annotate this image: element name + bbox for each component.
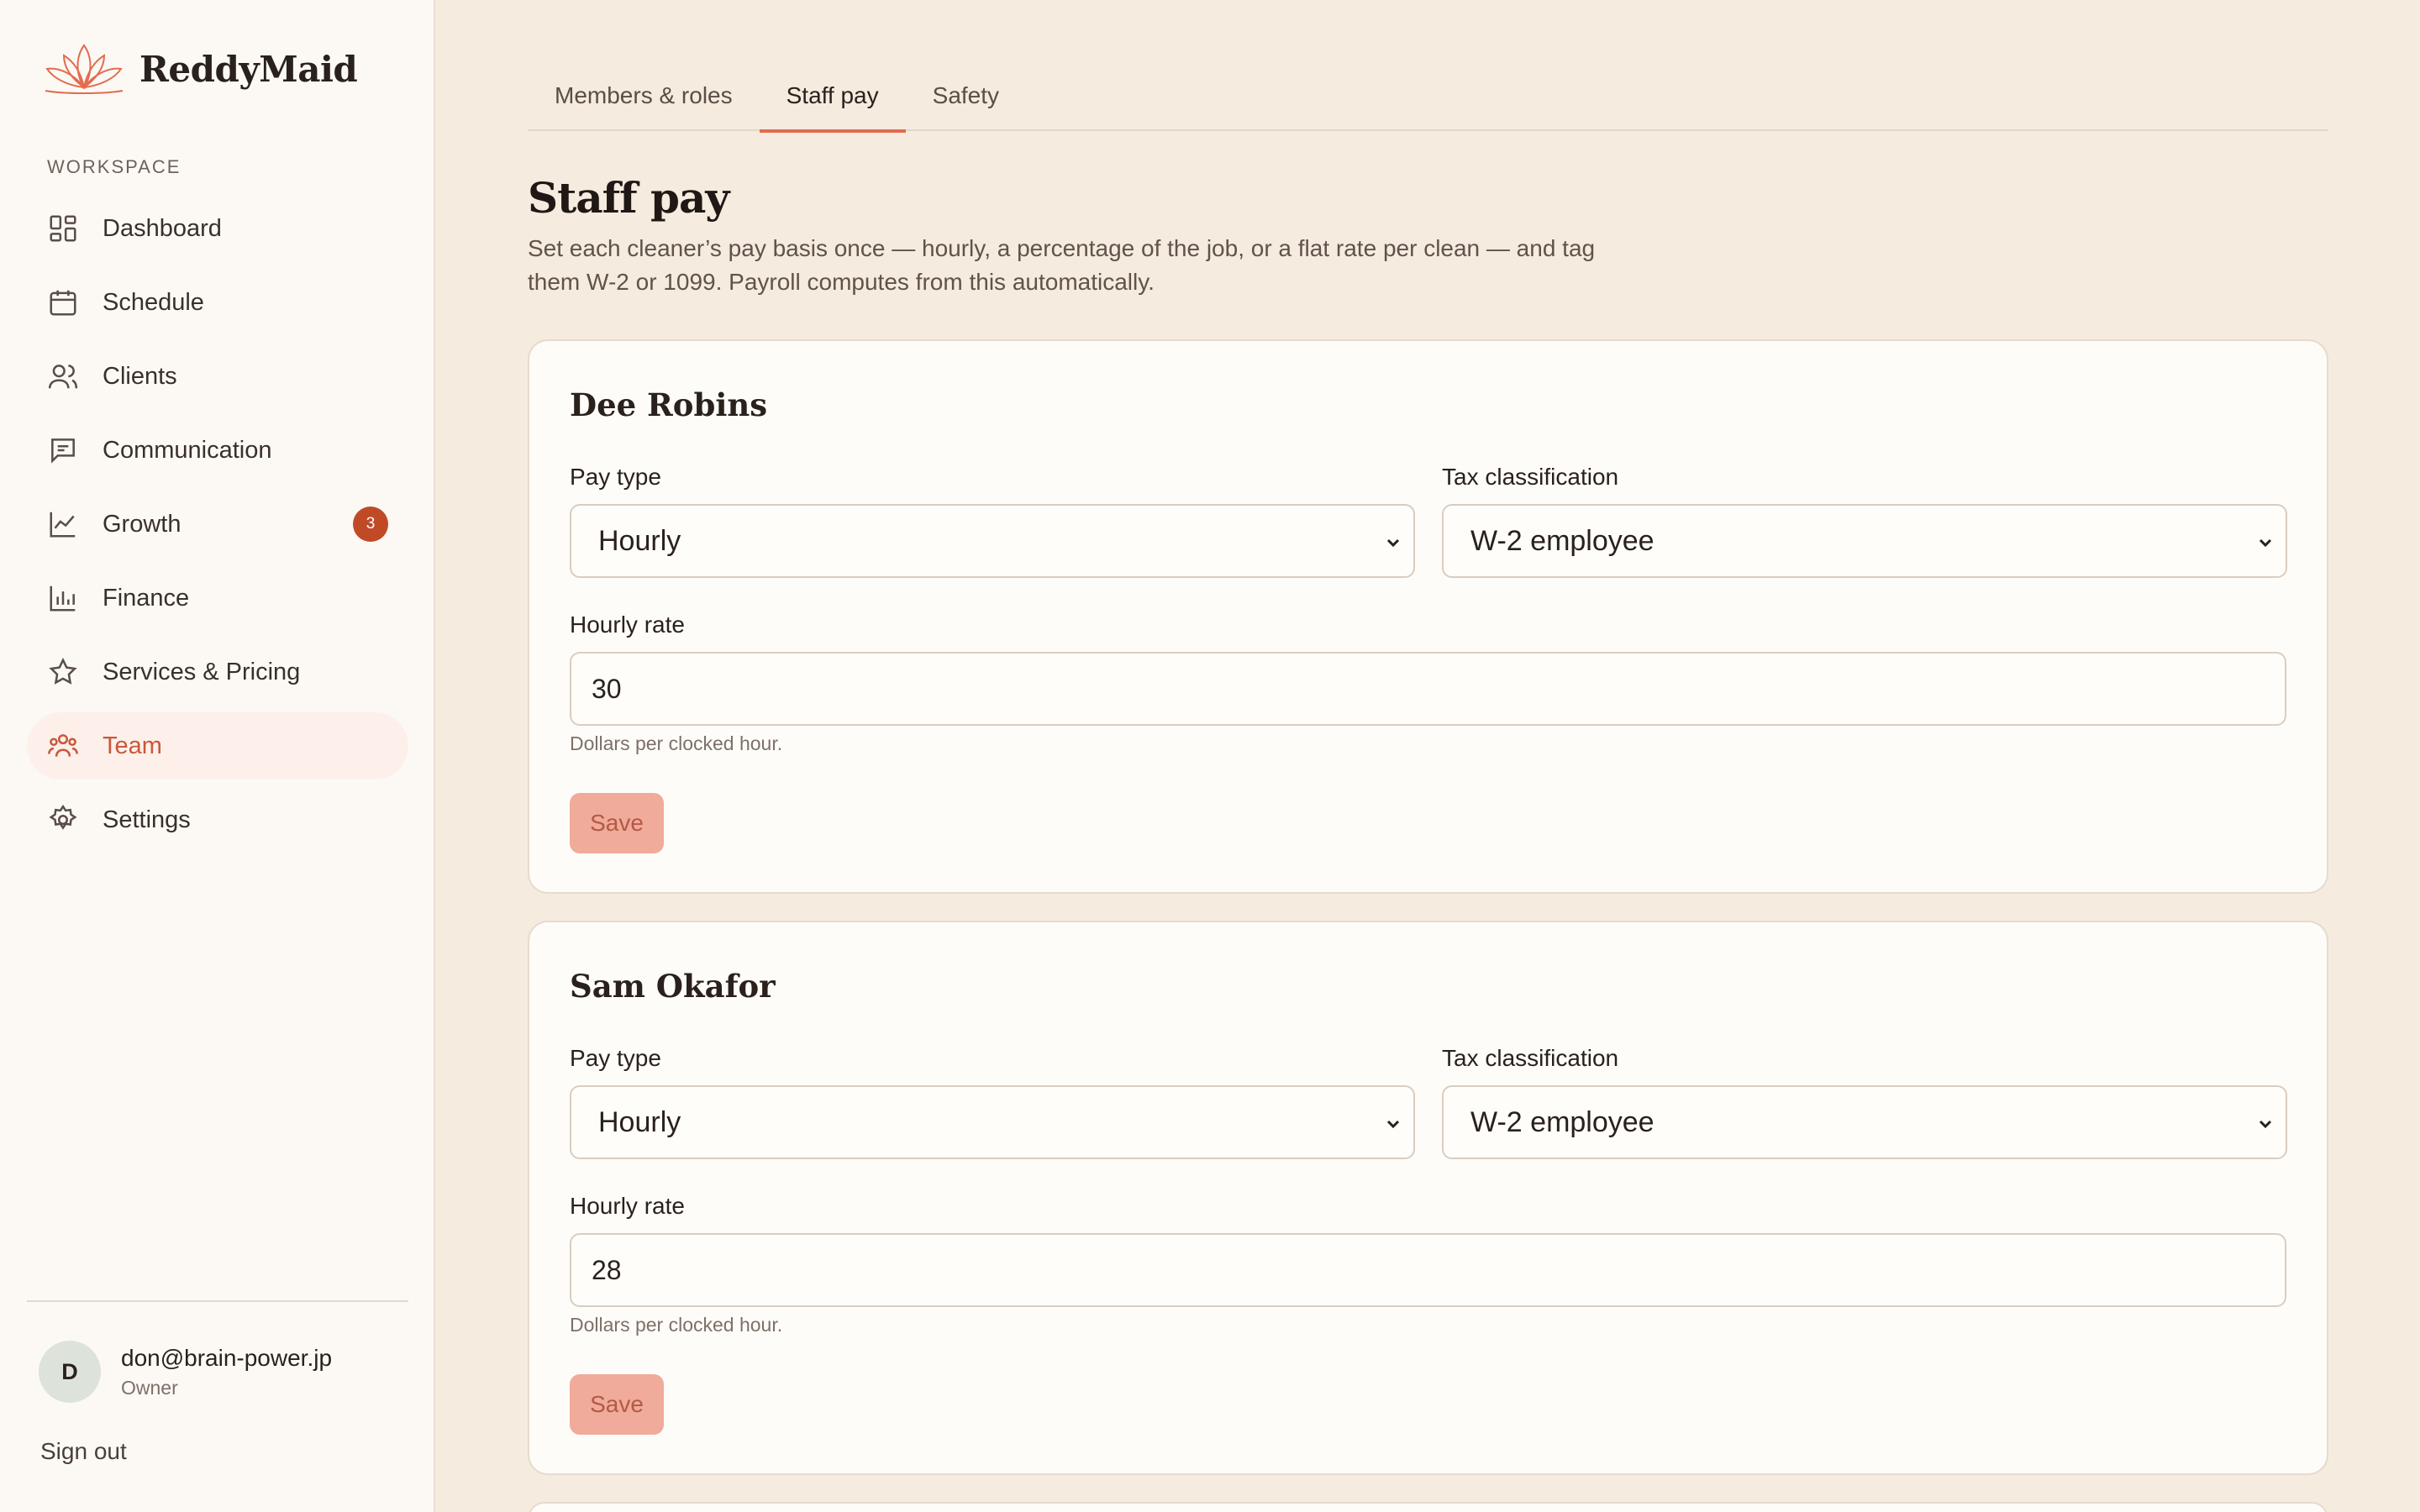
tab-members-roles[interactable]: Members & roles — [528, 69, 760, 131]
sidebar: ReddyMaid WORKSPACE Dashboard Schedule C… — [0, 0, 435, 1512]
hourly-rate-hint: Dollars per clocked hour. — [570, 732, 783, 754]
chevron-down-icon — [1386, 1120, 1400, 1129]
sidebar-item-label: Schedule — [103, 288, 204, 316]
chevron-down-icon — [2259, 1120, 2272, 1129]
trend-chart-icon — [50, 512, 76, 538]
page-description: Set each cleaner’s pay basis once — hour… — [528, 235, 1596, 295]
star-icon — [49, 657, 77, 685]
lotus-logo-icon — [45, 44, 124, 94]
staff-name: Sam Okafor — [570, 968, 776, 1005]
chevron-down-icon — [1386, 538, 1400, 548]
staff-name: Dee Robins — [570, 386, 768, 423]
sidebar-item-label: Dashboard — [103, 214, 222, 242]
bar-chart-icon — [50, 585, 76, 612]
hourly-rate-input[interactable]: 28 — [570, 1233, 2286, 1307]
sidebar-item-settings[interactable]: Settings — [27, 786, 408, 853]
sidebar-divider — [27, 1300, 408, 1302]
brand-name: ReddyMaid — [139, 48, 358, 90]
sidebar-item-label: Settings — [103, 806, 191, 833]
pay-type-value: Hourly — [598, 1105, 681, 1138]
page-title: Staff pay — [528, 173, 729, 223]
hourly-rate-value: 28 — [592, 1254, 622, 1285]
staff-pay-card-partial — [528, 1502, 2328, 1512]
calendar-icon — [50, 290, 76, 316]
tax-classification-value: W-2 employee — [1470, 1105, 1655, 1138]
sidebar-item-schedule[interactable]: Schedule — [27, 269, 408, 336]
hourly-rate-value: 30 — [592, 673, 622, 704]
workspace-section-label: WORKSPACE — [47, 156, 182, 177]
tab-safety[interactable]: Safety — [906, 69, 1026, 131]
sidebar-item-team[interactable]: Team — [27, 712, 408, 780]
user-profile[interactable]: D don@brain-power.jp Owner — [39, 1341, 332, 1403]
sidebar-item-finance[interactable]: Finance — [27, 564, 408, 632]
sidebar-item-label: Team — [103, 732, 162, 759]
message-icon — [51, 438, 75, 464]
sidebar-nav: Dashboard Schedule Clients Communication… — [27, 195, 408, 860]
tax-classification-select[interactable]: W-2 employee — [1442, 1085, 2287, 1159]
sidebar-item-label: Communication — [103, 436, 272, 464]
save-button[interactable]: Save — [570, 793, 664, 853]
sidebar-item-label: Growth — [103, 510, 182, 538]
hourly-rate-label: Hourly rate — [570, 1193, 685, 1219]
team-icon — [48, 734, 78, 757]
sidebar-item-label: Services & Pricing — [103, 658, 301, 685]
pay-type-select[interactable]: Hourly — [570, 1085, 1415, 1159]
pay-type-label: Pay type — [570, 1045, 661, 1071]
pay-type-label: Pay type — [570, 464, 661, 490]
save-button[interactable]: Save — [570, 1374, 664, 1435]
user-email: don@brain-power.jp — [121, 1344, 333, 1371]
sidebar-item-clients[interactable]: Clients — [27, 343, 408, 410]
dashboard-grid-icon — [50, 215, 76, 242]
sidebar-item-label: Clients — [103, 362, 177, 390]
pay-type-select[interactable]: Hourly — [570, 504, 1415, 578]
avatar: D — [39, 1341, 101, 1403]
tax-classification-value: W-2 employee — [1470, 524, 1655, 557]
sidebar-item-label: Finance — [103, 584, 190, 612]
team-tabs: Members & roles Staff pay Safety — [528, 69, 2328, 133]
gear-icon — [49, 804, 77, 830]
user-info: don@brain-power.jp Owner — [121, 1345, 332, 1399]
brand[interactable]: ReddyMaid — [39, 37, 358, 101]
pay-type-value: Hourly — [598, 524, 681, 557]
hourly-rate-hint: Dollars per clocked hour. — [570, 1314, 783, 1336]
users-icon — [48, 365, 78, 389]
tax-classification-select[interactable]: W-2 employee — [1442, 504, 2287, 578]
sidebar-item-services-pricing[interactable]: Services & Pricing — [27, 638, 408, 706]
tab-staff-pay[interactable]: Staff pay — [759, 69, 906, 133]
tax-classification-label: Tax classification — [1442, 1045, 1619, 1071]
sidebar-item-growth[interactable]: Growth 3 — [27, 491, 408, 558]
staff-pay-card: Dee Robins Pay type Hourly Tax classific… — [528, 339, 2328, 894]
user-role: Owner — [121, 1376, 178, 1399]
hourly-rate-input[interactable]: 30 — [570, 652, 2286, 726]
sign-out-link[interactable]: Sign out — [40, 1438, 127, 1465]
tax-classification-label: Tax classification — [1442, 464, 1619, 490]
growth-count-badge: 3 — [353, 507, 388, 542]
sidebar-item-communication[interactable]: Communication — [27, 417, 408, 484]
sidebar-item-dashboard[interactable]: Dashboard — [27, 195, 408, 262]
chevron-down-icon — [2259, 538, 2272, 548]
staff-pay-card: Sam Okafor Pay type Hourly Tax classific… — [528, 921, 2328, 1475]
hourly-rate-label: Hourly rate — [570, 612, 685, 638]
